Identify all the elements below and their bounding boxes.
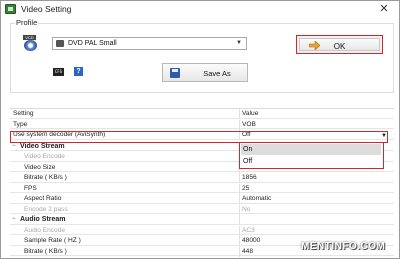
watermark: MENTINFO.COM <box>301 241 386 252</box>
grid-header-setting: Setting <box>13 110 34 117</box>
profile-label: Profile <box>15 18 39 27</box>
config-icon[interactable]: CFG <box>53 68 64 76</box>
ok-button-label: OK <box>333 42 346 51</box>
grid-header-row: Setting Value <box>10 109 394 119</box>
table-row[interactable]: Bitrate ( KB/s ) 1856 <box>10 173 394 183</box>
table-row[interactable]: Aspect Ratio Automatic <box>10 194 394 204</box>
format-select[interactable]: DVD PAL Small ▼ <box>52 37 247 50</box>
ok-button[interactable]: OK <box>296 35 383 54</box>
table-row[interactable]: Type VOB <box>10 119 394 130</box>
chevron-down-icon: ▼ <box>236 40 242 46</box>
table-row[interactable]: FPS 25 <box>10 183 394 194</box>
table-row[interactable]: Encode 2 pass No <box>10 204 394 215</box>
video-setting-app-icon <box>5 4 16 14</box>
close-button[interactable]: ✕ <box>377 2 391 16</box>
collapse-icon[interactable]: − <box>12 143 16 149</box>
format-select-value: DVD PAL Small <box>68 40 117 47</box>
save-as-button[interactable]: Save As <box>162 63 248 82</box>
chevron-down-icon[interactable]: ▼ <box>381 133 387 139</box>
table-row[interactable]: Audio Encode AC3 <box>10 225 394 236</box>
save-as-label: Save As <box>203 69 231 78</box>
help-icon[interactable]: ? <box>74 67 83 76</box>
table-row-section-audio[interactable]: − Audio Stream <box>10 215 394 225</box>
grid-header-value: Value <box>242 110 259 117</box>
video-setting-window: Video Setting ✕ Profile VCD DVD PAL Smal… <box>0 0 400 259</box>
format-icon <box>56 40 64 47</box>
dropdown-option-on[interactable]: On <box>241 144 381 155</box>
collapse-icon[interactable]: − <box>12 216 16 222</box>
settings-grid: Setting Value Type VOB Use system decode… <box>10 108 394 258</box>
decoder-dropdown-list: On Off <box>239 142 384 169</box>
dropdown-option-off[interactable]: Off <box>241 156 381 167</box>
window-title: Video Setting <box>21 4 72 14</box>
profile-group <box>10 23 394 93</box>
vcd-disc-icon: VCD <box>23 35 38 51</box>
save-icon <box>170 68 180 78</box>
title-bar: Video Setting ✕ <box>1 1 399 18</box>
